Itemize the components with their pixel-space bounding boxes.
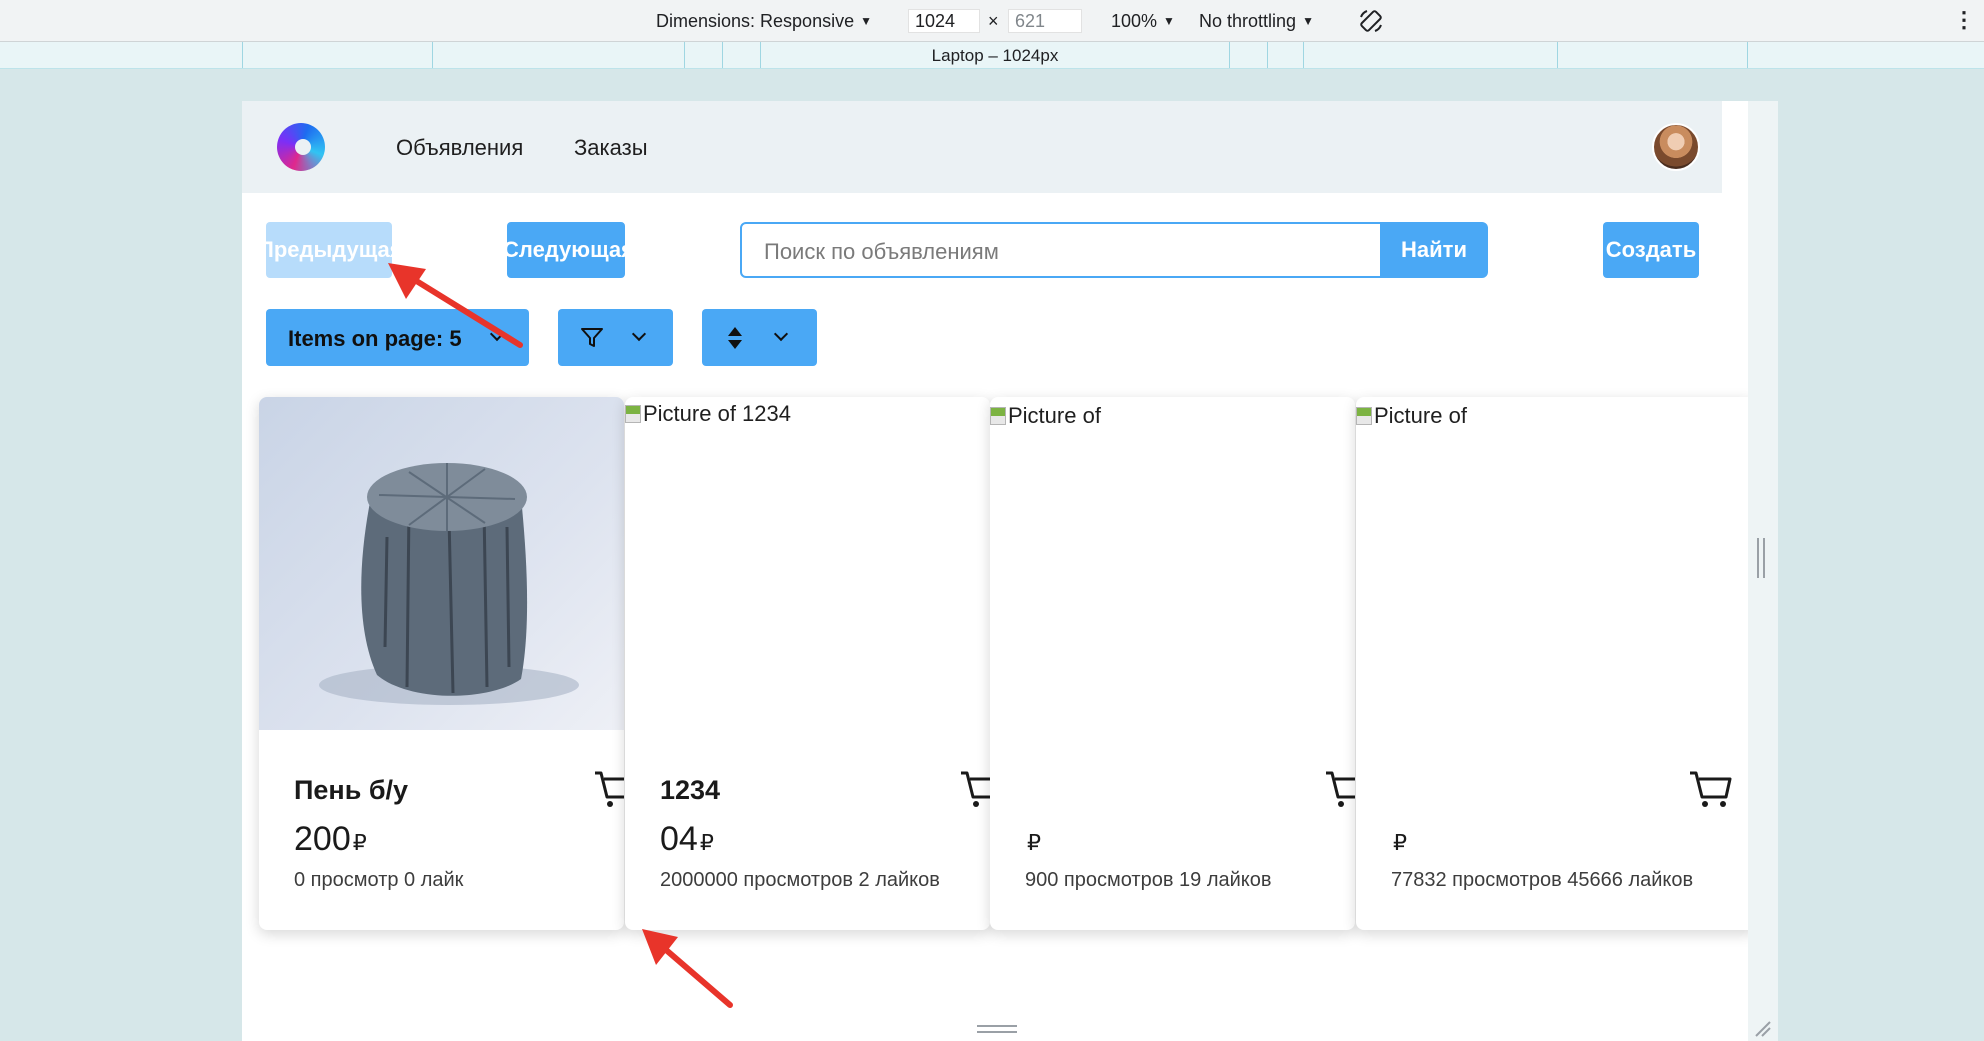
cart-icon[interactable] bbox=[1324, 769, 1355, 809]
dimensions-dropdown[interactable]: Dimensions: Responsive ▼ bbox=[656, 11, 872, 32]
card-price: ₽ bbox=[1027, 830, 1041, 855]
logo-icon[interactable] bbox=[277, 123, 325, 171]
cart-icon[interactable] bbox=[1688, 769, 1732, 809]
card-stats: 77832 просмотров 45666 лайков bbox=[1391, 869, 1694, 891]
product-image: Picture of 1234 bbox=[625, 397, 990, 730]
chevron-down-icon bbox=[773, 326, 789, 342]
rotate-icon[interactable] bbox=[1358, 8, 1384, 34]
prev-page-button[interactable]: Предыдущая bbox=[266, 222, 392, 278]
resize-corner-icon[interactable] bbox=[1752, 1018, 1772, 1038]
product-image: Picture of bbox=[1356, 397, 1721, 730]
product-card[interactable]: Picture of ₽ 77832 просмотров 45666 лайк… bbox=[1356, 397, 1756, 930]
stump-photo bbox=[319, 463, 579, 705]
chevron-down-icon bbox=[631, 326, 647, 342]
product-card[interactable]: Пень б/у 200₽ 0 просмотр 0 лайк bbox=[259, 397, 624, 930]
site-header: Объявления Заказы bbox=[242, 101, 1722, 193]
annotation-arrow-icon bbox=[642, 929, 733, 1008]
ruler-segment[interactable]: Laptop – 1024px bbox=[760, 42, 1230, 68]
product-card[interactable]: Picture of 1234 1234 04₽ 2000000 просмот… bbox=[625, 397, 990, 930]
broken-image-icon bbox=[1356, 407, 1372, 425]
create-button[interactable]: Создать bbox=[1603, 222, 1699, 278]
width-input[interactable]: 1024 bbox=[908, 9, 980, 33]
product-card[interactable]: Picture of ₽ 900 просмотров 19 лайков bbox=[990, 397, 1355, 930]
cart-icon[interactable] bbox=[959, 769, 990, 809]
ruler-label: Laptop – 1024px bbox=[931, 46, 1059, 65]
filter-dropdown[interactable] bbox=[558, 309, 673, 366]
card-price: 200₽ bbox=[294, 820, 367, 858]
devtools-device-toolbar: Dimensions: Responsive ▼ 1024 × 621 100% ▼… bbox=[0, 0, 1984, 42]
card-stats: 2000000 просмотров 2 лайков bbox=[660, 869, 940, 891]
height-input[interactable]: 621 bbox=[1008, 9, 1082, 33]
broken-image-alt: Picture of bbox=[1356, 403, 1467, 429]
card-price: 04₽ bbox=[660, 820, 714, 858]
nav-ads[interactable]: Объявления bbox=[396, 135, 523, 161]
card-stats: 0 просмотр 0 лайк bbox=[294, 869, 464, 891]
filter-icon bbox=[581, 328, 603, 347]
throttling-dropdown[interactable]: No throttling ▼ bbox=[1199, 11, 1314, 32]
sort-icon bbox=[728, 327, 742, 349]
product-image: Picture of bbox=[990, 397, 1355, 730]
search-input[interactable]: Поиск по объявлениям bbox=[740, 222, 1383, 278]
resize-handle-right[interactable] bbox=[1757, 538, 1765, 578]
card-stats: 900 просмотров 19 лайков bbox=[1025, 869, 1272, 891]
broken-image-alt: Picture of 1234 bbox=[625, 401, 791, 427]
annotation-arrow-icon bbox=[388, 263, 523, 348]
resize-handle-bottom[interactable] bbox=[977, 1025, 1017, 1033]
search-button[interactable]: Найти bbox=[1380, 222, 1488, 278]
nav-orders[interactable]: Заказы bbox=[574, 135, 648, 161]
cart-icon[interactable] bbox=[593, 769, 624, 809]
broken-image-icon bbox=[990, 407, 1006, 425]
card-title: 1234 bbox=[660, 775, 721, 805]
media-query-ruler: Laptop – 1024px bbox=[0, 42, 1984, 69]
sort-dropdown[interactable] bbox=[702, 309, 817, 366]
zoom-dropdown[interactable]: 100% ▼ bbox=[1111, 11, 1175, 32]
broken-image-alt: Picture of bbox=[990, 403, 1101, 429]
dimensions-separator: × bbox=[988, 11, 999, 31]
card-price: ₽ bbox=[1393, 830, 1407, 855]
product-image bbox=[259, 397, 624, 730]
broken-image-icon bbox=[625, 405, 641, 423]
emulated-viewport: Объявления Заказы Предыдущая Следующая П… bbox=[242, 101, 1778, 1041]
search-placeholder: Поиск по объявлениям bbox=[764, 239, 999, 264]
more-options-icon[interactable]: ⋮ bbox=[1953, 9, 1975, 31]
card-title: Пень б/у bbox=[294, 775, 409, 805]
user-avatar[interactable] bbox=[1652, 123, 1700, 171]
